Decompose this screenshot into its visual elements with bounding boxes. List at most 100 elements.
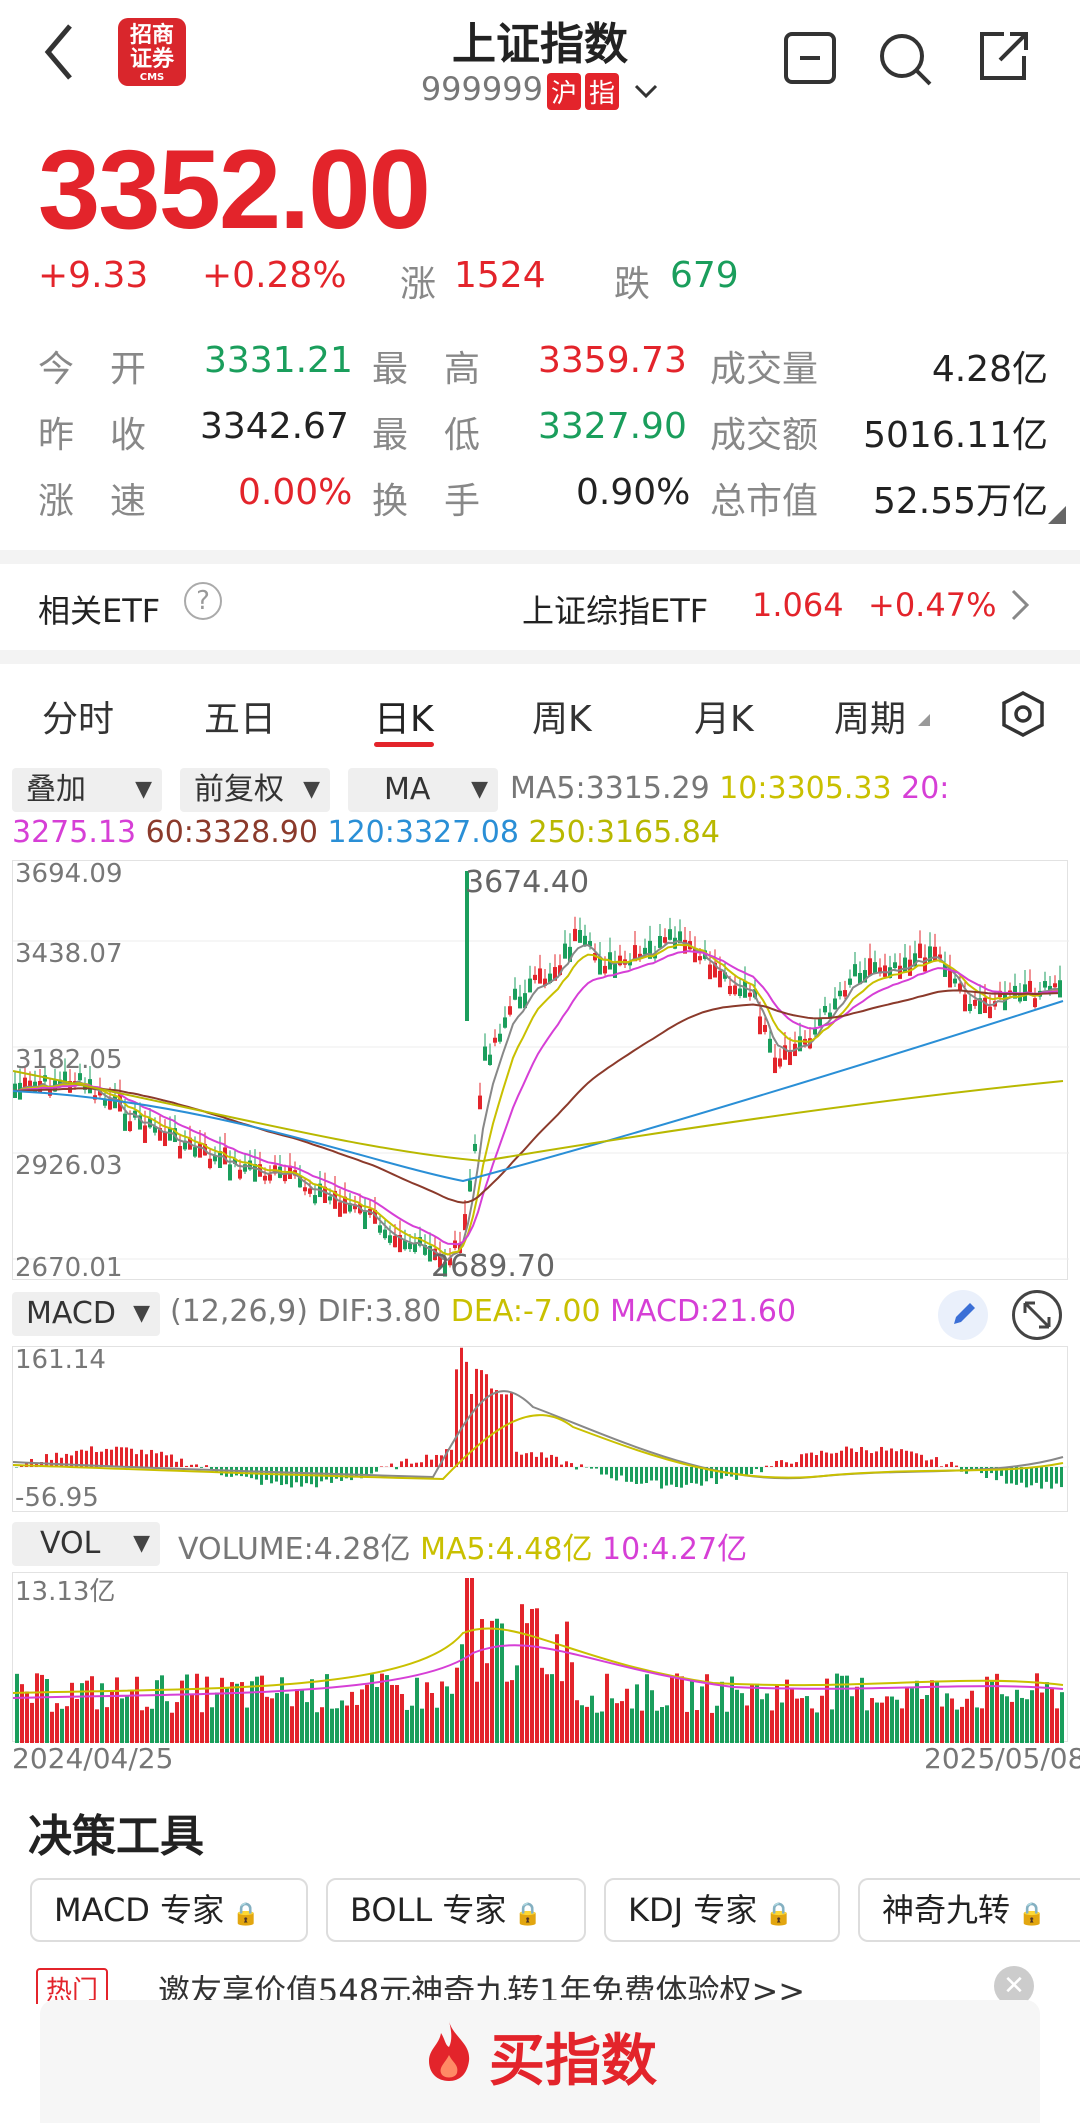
volume-bar: [165, 1701, 169, 1743]
volume-bar: [200, 1712, 204, 1743]
volume-bar: [840, 1675, 844, 1743]
volume-bar: [855, 1686, 859, 1743]
tab-monthly-k[interactable]: 月K: [694, 690, 754, 742]
macd-bar: [100, 1451, 103, 1467]
mktcap-value: 52.55万亿: [872, 481, 1048, 522]
vol-dropdown[interactable]: VOL ▼: [12, 1522, 160, 1566]
prev-close-label: 昨 收: [38, 415, 147, 456]
volume-bar: [1040, 1692, 1044, 1743]
volume-bar: [655, 1710, 659, 1743]
volume-bar: [765, 1693, 769, 1743]
macd-bar: [655, 1467, 658, 1481]
macd-bar: [180, 1458, 183, 1467]
tab-five-day[interactable]: 五日: [204, 690, 276, 742]
candle-body: [493, 1037, 497, 1043]
macd-bar: [895, 1451, 898, 1467]
help-icon[interactable]: ?: [184, 582, 222, 620]
candle-body: [738, 988, 742, 997]
buy-label: 买指数: [489, 2029, 657, 2094]
adjust-dropdown[interactable]: 前复权 ▼: [180, 768, 330, 812]
fullscreen-button[interactable]: [1012, 1290, 1062, 1340]
settings-hexagon-icon[interactable]: [1000, 690, 1046, 738]
vol-legend: VOLUME:4.28亿 MA5:4.48亿 10:4.27亿: [178, 1524, 747, 1568]
volume-bar: [45, 1679, 49, 1743]
nine-turn-button[interactable]: 神奇九转 🔒: [858, 1878, 1080, 1942]
macd-bar: [410, 1463, 413, 1467]
promo-banner[interactable]: 热门 邀友享价值548元神奇九转1年免费体验权>> ✕: [0, 1960, 1080, 2004]
tab-intraday[interactable]: 分时: [42, 690, 114, 742]
overlay-dropdown[interactable]: 叠加 ▼: [12, 768, 162, 812]
kdj-expert-button[interactable]: KDJ 专家 🔒: [604, 1878, 840, 1942]
macd-expert-button[interactable]: MACD 专家 🔒: [30, 1878, 308, 1942]
macd-bar: [405, 1458, 408, 1467]
indicator-dropdown[interactable]: MA ▼: [348, 768, 498, 812]
volume-bar: [740, 1693, 744, 1743]
volume-bar: [545, 1674, 549, 1743]
macd-chart[interactable]: 161.14 -56.95: [12, 1345, 1069, 1513]
search-button[interactable]: [876, 30, 934, 92]
overlay-label: 叠加: [26, 772, 86, 807]
macd-bar: [675, 1467, 678, 1487]
etf-row[interactable]: 相关ETF ? 上证综指ETF 1.064 +0.47%: [0, 564, 1080, 646]
tab-weekly-k[interactable]: 周K: [532, 690, 592, 742]
volume-bar: [1030, 1690, 1034, 1743]
tab-daily-k[interactable]: 日K: [374, 690, 434, 742]
volume-bar: [1060, 1692, 1064, 1743]
volume-bar: [955, 1709, 959, 1743]
volume-bar: [950, 1698, 954, 1743]
candle-body: [1028, 980, 1032, 993]
volume-bar: [350, 1691, 354, 1743]
close-icon[interactable]: ✕: [994, 1966, 1034, 2004]
lock-icon: 🔒: [765, 1902, 793, 1927]
macd-bar: [815, 1455, 818, 1467]
macd-bar: [125, 1447, 128, 1467]
volume-bar: [215, 1692, 219, 1743]
minus-watchlist-button[interactable]: [782, 30, 838, 90]
macd-bar: [160, 1451, 163, 1467]
volume-chart[interactable]: 13.13亿: [12, 1572, 1068, 1743]
volume-bar: [415, 1677, 419, 1743]
tab-period[interactable]: 周期: [834, 690, 906, 742]
macd-bar: [930, 1459, 933, 1467]
volume-bar: [590, 1695, 594, 1743]
candle-body: [128, 1121, 132, 1132]
volume-bar: [390, 1684, 394, 1743]
macd-bar: [700, 1467, 703, 1486]
macd-bar: [610, 1467, 613, 1479]
volume-bar: [440, 1681, 444, 1743]
macd-bar: [575, 1467, 578, 1470]
volume-bar: [745, 1705, 749, 1743]
macd-bar: [170, 1454, 173, 1467]
macd-bar: [665, 1467, 668, 1486]
volume-bar: [1035, 1673, 1039, 1743]
expand-corner-icon[interactable]: [1048, 506, 1066, 524]
macd-legend: (12,26,9) DIF:3.80 DEA:-7.00 MACD:21.60: [170, 1294, 796, 1329]
caret-down-icon: ▼: [303, 777, 320, 802]
boll-expert-button[interactable]: BOLL 专家 🔒: [326, 1878, 586, 1942]
macd-bar: [695, 1467, 698, 1484]
buy-index-button[interactable]: 买指数: [40, 2000, 1040, 2123]
candle-body: [718, 970, 722, 988]
macd-dropdown[interactable]: MACD ▼: [12, 1292, 160, 1336]
macd-bar: [1055, 1467, 1058, 1484]
lock-icon: 🔒: [514, 1902, 542, 1927]
pencil-icon: [954, 1303, 975, 1324]
macd-bar: [140, 1449, 143, 1467]
caret-down-icon: ▼: [133, 1301, 150, 1326]
macd-bar: [555, 1456, 558, 1467]
volume-bar: [450, 1693, 454, 1743]
share-button[interactable]: [974, 28, 1032, 90]
ma5-value: MA5:3315.29: [510, 771, 710, 806]
candle-body: [1053, 983, 1057, 988]
stock-code: 999999: [420, 70, 543, 108]
volume-bar: [370, 1674, 374, 1743]
kline-chart[interactable]: 3694.09 3438.07 3182.05 2926.03 2670.01 …: [12, 859, 1069, 1284]
volume-bar: [680, 1676, 684, 1743]
candle-body: [773, 1057, 777, 1074]
edit-indicator-button[interactable]: [938, 1290, 988, 1340]
volume-bar: [695, 1710, 699, 1743]
low-marker-label: 2689.70: [431, 1249, 556, 1284]
volume-bar: [430, 1693, 434, 1743]
tool-label: MACD 专家: [54, 1891, 225, 1929]
macd-y-top: 161.14: [15, 1345, 106, 1375]
